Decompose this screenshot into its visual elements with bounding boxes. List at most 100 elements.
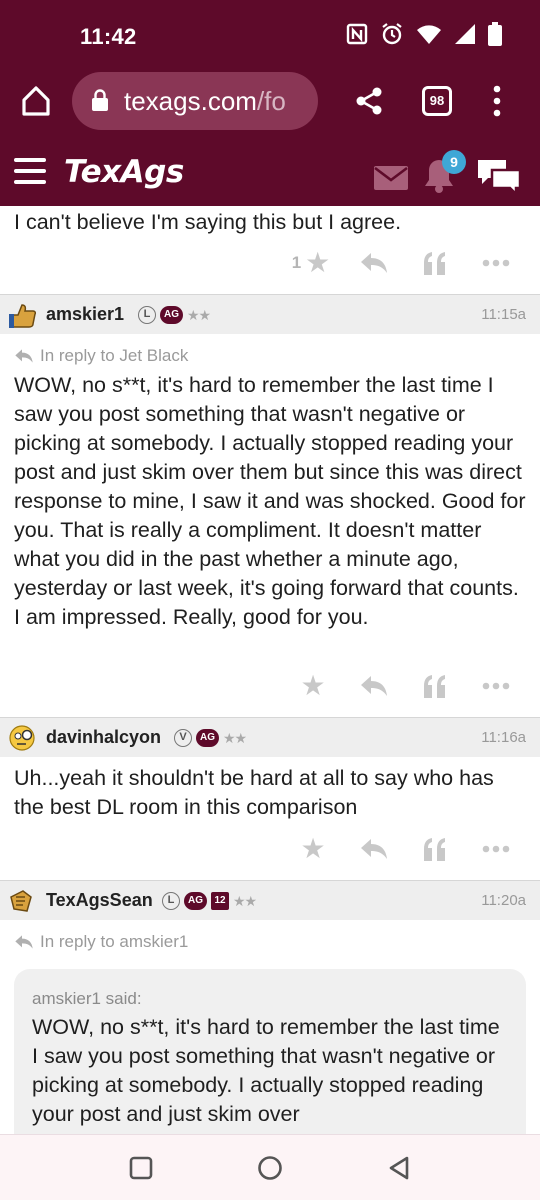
home-icon xyxy=(22,86,50,116)
back-button[interactable] xyxy=(386,1155,412,1181)
more-vertical-icon xyxy=(493,85,501,117)
reply-button[interactable] xyxy=(354,248,394,278)
reply-button[interactable] xyxy=(354,671,394,701)
life-member-badge: L xyxy=(138,306,156,324)
more-options-button[interactable] xyxy=(476,248,516,278)
more-horizontal-icon xyxy=(482,845,510,853)
post-text: WOW, no s**t, it's hard to remember the … xyxy=(14,373,526,629)
share-button[interactable] xyxy=(354,86,384,116)
signal-icon xyxy=(454,23,476,50)
battery-icon xyxy=(488,22,502,51)
reply-icon xyxy=(361,839,387,859)
more-options-button[interactable] xyxy=(476,834,516,864)
reply-to-text: In reply to Jet Black xyxy=(40,346,189,365)
reply-button[interactable] xyxy=(354,834,394,864)
avatar[interactable] xyxy=(8,301,36,329)
quote-button[interactable] xyxy=(415,834,455,864)
url-path: /fo xyxy=(256,86,286,116)
notification-badge: 9 xyxy=(442,150,466,174)
tabs-button[interactable]: 98 xyxy=(422,86,452,116)
nfc-icon xyxy=(346,23,368,50)
url-domain: texags.com xyxy=(124,86,257,116)
post-text: Uh...yeah it shouldn't be hard at all to… xyxy=(14,766,494,819)
url-bar[interactable]: texags.com/fo xyxy=(72,72,318,130)
post-text: I can't believe I'm saying this but I ag… xyxy=(14,210,402,234)
post-actions: ★ xyxy=(272,834,516,864)
top-chrome: 11:42 texags.com/fo 98 TexAgs xyxy=(0,0,540,206)
post-actions: 1 ★ xyxy=(268,248,516,278)
recents-button[interactable] xyxy=(128,1155,154,1181)
star-rating: ★★ xyxy=(223,729,247,746)
avatar[interactable] xyxy=(8,887,36,915)
twelfth-man-badge: 12 xyxy=(211,892,229,910)
site-logo[interactable]: TexAgs xyxy=(64,154,184,190)
ag-badge: AG xyxy=(184,892,207,910)
chat-bubbles-icon xyxy=(478,160,522,198)
verified-badge: V xyxy=(174,729,192,747)
quote-icon xyxy=(424,252,445,275)
reply-to-text: In reply to amskier1 xyxy=(40,932,189,951)
user-badges: L AG ★★ xyxy=(138,306,211,324)
messages-button[interactable] xyxy=(374,166,408,190)
reply-icon xyxy=(15,935,33,949)
ag-badge: AG xyxy=(196,729,219,747)
home-button[interactable] xyxy=(20,84,52,118)
star-rating: ★★ xyxy=(187,306,211,323)
post-time: 11:20a xyxy=(481,892,526,909)
quote-button[interactable] xyxy=(415,671,455,701)
star-icon: ★ xyxy=(300,833,326,864)
home-circle-icon xyxy=(258,1156,282,1180)
wifi-icon xyxy=(416,23,442,50)
browser-menu-button[interactable] xyxy=(491,84,503,118)
avatar[interactable] xyxy=(8,724,36,752)
reply-icon xyxy=(361,676,387,696)
post-header: TexAgsSean L AG 12 ★★ 11:20a xyxy=(0,880,540,920)
post-time: 11:16a xyxy=(481,729,526,746)
more-options-button[interactable] xyxy=(476,671,516,701)
username[interactable]: davinhalcyon xyxy=(46,727,161,748)
quote-icon xyxy=(424,675,445,698)
reply-to-link[interactable]: In reply to Jet Black xyxy=(14,346,188,366)
like-button[interactable]: ★ xyxy=(293,671,333,701)
quote-button[interactable] xyxy=(415,248,455,278)
like-button[interactable]: 1 ★ xyxy=(289,248,333,278)
home-nav-button[interactable] xyxy=(257,1155,283,1181)
star-icon: ★ xyxy=(305,247,331,278)
back-icon xyxy=(389,1156,409,1180)
browser-toolbar: texags.com/fo 98 xyxy=(0,72,540,134)
quote-text: WOW, no s**t, it's hard to remember the … xyxy=(32,1015,500,1126)
post-header: amskier1 L AG ★★ 11:15a xyxy=(0,294,540,334)
previous-post: I can't believe I'm saying this but I ag… xyxy=(0,206,540,294)
thread-content: I can't believe I'm saying this but I ag… xyxy=(0,206,540,1134)
reply-icon xyxy=(15,349,33,363)
lock-icon xyxy=(92,89,108,111)
user-badges: L AG 12 ★★ xyxy=(162,892,257,910)
like-count: 1 xyxy=(291,253,302,272)
mail-icon xyxy=(374,166,408,190)
quote-icon xyxy=(424,838,445,861)
like-button[interactable]: ★ xyxy=(293,834,333,864)
ag-badge: AG xyxy=(160,306,183,324)
life-member-badge: L xyxy=(162,892,180,910)
status-bar: 11:42 xyxy=(0,0,540,72)
quote-author: amskier1 said: xyxy=(32,989,142,1008)
post-actions: ★ xyxy=(272,671,516,701)
menu-icon[interactable] xyxy=(14,158,46,184)
chat-button[interactable] xyxy=(476,158,522,198)
url-text: texags.com/fo xyxy=(124,86,310,117)
system-nav-bar xyxy=(0,1134,540,1200)
share-icon xyxy=(356,87,382,115)
alarm-icon xyxy=(380,22,404,51)
more-horizontal-icon xyxy=(482,682,510,690)
username[interactable]: TexAgsSean xyxy=(46,890,153,911)
reply-to-link[interactable]: In reply to amskier1 xyxy=(14,932,188,952)
username[interactable]: amskier1 xyxy=(46,304,124,325)
quote-block: amskier1 said: WOW, no s**t, it's hard t… xyxy=(14,969,526,1134)
recents-icon xyxy=(129,1156,153,1180)
user-badges: V AG ★★ xyxy=(174,729,247,747)
more-horizontal-icon xyxy=(482,259,510,267)
status-icons xyxy=(346,22,502,51)
star-icon: ★ xyxy=(300,670,326,701)
star-rating: ★★ xyxy=(233,892,257,909)
post-time: 11:15a xyxy=(481,306,526,323)
